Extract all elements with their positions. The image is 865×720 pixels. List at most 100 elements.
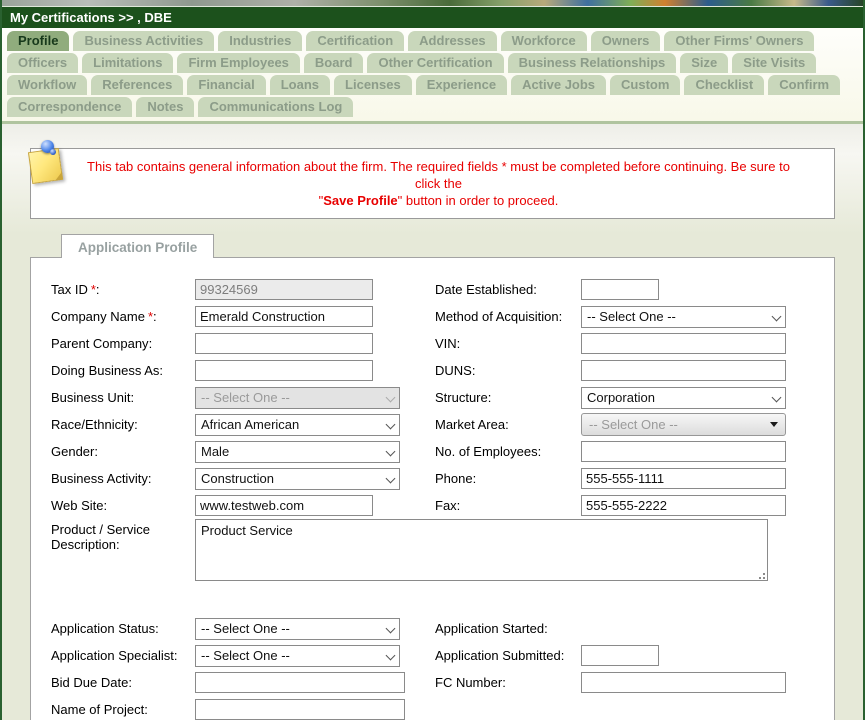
tab-loans[interactable]: Loans <box>270 75 330 95</box>
tab-profile[interactable]: Profile <box>7 31 69 51</box>
tab-references[interactable]: References <box>91 75 183 95</box>
tab-confirm[interactable]: Confirm <box>768 75 840 95</box>
pushpin-icon <box>41 140 54 153</box>
selected-value: Construction <box>201 471 274 486</box>
tab-licenses[interactable]: Licenses <box>334 75 412 95</box>
fax-input[interactable] <box>581 495 786 516</box>
phone-label: Phone: <box>435 471 581 486</box>
selected-value: Male <box>201 444 229 459</box>
chevron-down-icon <box>385 473 397 485</box>
tab-row-4: Correspondence Notes Communications Log <box>7 97 859 117</box>
market-area-dropdown[interactable]: -- Select One -- <box>581 413 786 436</box>
structure-label: Structure: <box>435 390 581 405</box>
tab-firm-employees[interactable]: Firm Employees <box>177 53 299 73</box>
application-status-label: Application Status: <box>51 621 195 636</box>
race-ethnicity-label: Race/Ethnicity: <box>51 417 195 432</box>
race-ethnicity-select[interactable]: African American <box>195 414 400 436</box>
tab-business-relationships[interactable]: Business Relationships <box>508 53 677 73</box>
tab-certification[interactable]: Certification <box>306 31 404 51</box>
row-website-fax: Web Site: Fax: <box>51 492 834 519</box>
application-submitted-label: Application Submitted: <box>435 648 581 663</box>
product-service-label: Product / Service Description: <box>51 519 195 552</box>
selected-value: -- Select One -- <box>587 309 676 324</box>
vin-label: VIN: <box>435 336 581 351</box>
tab-board[interactable]: Board <box>304 53 364 73</box>
tab-officers[interactable]: Officers <box>7 53 78 73</box>
tab-other-certification[interactable]: Other Certification <box>367 53 503 73</box>
row-app-status-app-started: Application Status: -- Select One -- App… <box>51 615 834 642</box>
method-of-acquisition-label: Method of Acquisition: <box>435 309 581 324</box>
selected-value: -- Select One -- <box>201 648 290 663</box>
resize-grip-icon[interactable] <box>757 571 765 579</box>
product-service-textarea[interactable]: Product Service <box>195 519 768 581</box>
tab-checklist[interactable]: Checklist <box>684 75 764 95</box>
sticky-note-icon <box>24 134 68 190</box>
chevron-down-icon <box>385 650 397 662</box>
company-name-input[interactable] <box>195 306 373 327</box>
application-profile-panel: Application Profile Tax ID*: Date Establ… <box>30 257 835 720</box>
row-business-unit-structure: Business Unit: -- Select One -- Structur… <box>51 384 834 411</box>
name-of-project-input[interactable] <box>195 699 405 720</box>
chevron-down-icon <box>385 623 397 635</box>
tab-active-jobs[interactable]: Active Jobs <box>511 75 606 95</box>
tab-row-2: Officers Limitations Firm Employees Boar… <box>7 53 859 73</box>
row-app-specialist-app-submitted: Application Specialist: -- Select One --… <box>51 642 834 669</box>
fc-number-input[interactable] <box>581 672 786 693</box>
tab-addresses[interactable]: Addresses <box>408 31 496 51</box>
no-of-employees-input[interactable] <box>581 441 786 462</box>
notice-line-1: This tab contains general information ab… <box>73 158 804 192</box>
page-title: My Certifications >> , DBE <box>2 6 863 28</box>
tab-other-firms-owners[interactable]: Other Firms' Owners <box>664 31 814 51</box>
row-gender-employees: Gender: Male No. of Employees: <box>51 438 834 465</box>
tab-row-3: Workflow References Financial Loans Lice… <box>7 75 859 95</box>
vin-input[interactable] <box>581 333 786 354</box>
tab-correspondence[interactable]: Correspondence <box>7 97 132 117</box>
structure-select[interactable]: Corporation <box>581 387 786 409</box>
chevron-down-icon <box>385 419 397 431</box>
web-site-label: Web Site: <box>51 498 195 513</box>
phone-input[interactable] <box>581 468 786 489</box>
duns-label: DUNS: <box>435 363 581 378</box>
fax-label: Fax: <box>435 498 581 513</box>
row-business-activity-phone: Business Activity: Construction Phone: <box>51 465 834 492</box>
notice-line-2-rest: " button in order to proceed. <box>398 193 559 208</box>
tab-business-activities[interactable]: Business Activities <box>73 31 214 51</box>
application-started-label: Application Started: <box>435 621 581 636</box>
web-site-input[interactable] <box>195 495 373 516</box>
tab-workforce[interactable]: Workforce <box>501 31 587 51</box>
tab-financial[interactable]: Financial <box>187 75 265 95</box>
date-established-input[interactable] <box>581 279 659 300</box>
tab-owners[interactable]: Owners <box>591 31 661 51</box>
row-tax-id-date-established: Tax ID*: Date Established: <box>51 276 834 303</box>
profile-form: Tax ID*: Date Established: Company Name*… <box>31 258 834 720</box>
notice-line-2: "Save Profile" button in order to procee… <box>73 192 804 209</box>
profile-tab-content: This tab contains general information ab… <box>2 124 863 720</box>
application-status-select[interactable]: -- Select One -- <box>195 618 400 640</box>
business-activity-select[interactable]: Construction <box>195 468 400 490</box>
application-submitted-input[interactable] <box>581 645 659 666</box>
chevron-down-icon <box>771 392 783 404</box>
company-name-label: Company Name*: <box>51 309 195 324</box>
application-specialist-select[interactable]: -- Select One -- <box>195 645 400 667</box>
tab-limitations[interactable]: Limitations <box>82 53 173 73</box>
selected-value: -- Select One -- <box>589 417 678 432</box>
tab-industries[interactable]: Industries <box>218 31 302 51</box>
parent-company-input[interactable] <box>195 333 373 354</box>
bid-due-date-input[interactable] <box>195 672 405 693</box>
market-area-label: Market Area: <box>435 417 581 432</box>
tab-custom[interactable]: Custom <box>610 75 680 95</box>
notice-save-profile-text: Save Profile <box>323 193 397 208</box>
method-of-acquisition-select[interactable]: -- Select One -- <box>581 306 786 328</box>
application-window: My Certifications >> , DBE Profile Busin… <box>0 0 865 720</box>
triangle-down-icon <box>770 422 778 427</box>
doing-business-as-input[interactable] <box>195 360 373 381</box>
tab-notes[interactable]: Notes <box>136 97 194 117</box>
tab-communications-log[interactable]: Communications Log <box>198 97 353 117</box>
tab-experience[interactable]: Experience <box>416 75 507 95</box>
tab-site-visits[interactable]: Site Visits <box>732 53 816 73</box>
gender-select[interactable]: Male <box>195 441 400 463</box>
tab-workflow[interactable]: Workflow <box>7 75 87 95</box>
duns-input[interactable] <box>581 360 786 381</box>
page-title-text: My Certifications >> , DBE <box>10 10 172 25</box>
tab-size[interactable]: Size <box>680 53 728 73</box>
